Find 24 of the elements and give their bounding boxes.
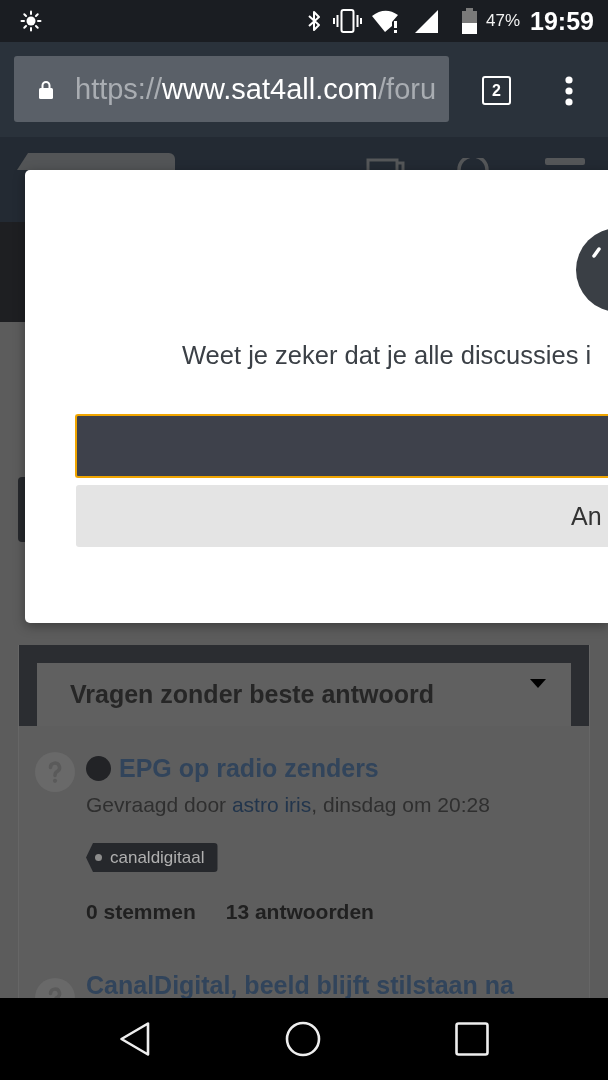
lock-icon (39, 79, 53, 99)
back-icon[interactable] (119, 1021, 151, 1057)
tab-switcher-button[interactable]: 2 (482, 76, 511, 105)
url-field[interactable]: https://www.sat4all.com/foru (14, 56, 449, 122)
battery-icon (462, 8, 477, 34)
vibrate-icon (333, 9, 362, 33)
confirm-button[interactable] (75, 414, 608, 478)
battery-percentage: 47% (486, 11, 521, 31)
tag-link[interactable]: canaldigitaal (86, 843, 218, 872)
signal-icon (415, 9, 438, 33)
bluetooth-icon (307, 10, 322, 32)
cancel-button[interactable]: An (76, 485, 608, 547)
answer-count: 13 antwoorden (225, 900, 374, 924)
vote-count: 0 stemmen (86, 900, 196, 924)
wifi-alert-icon (372, 9, 400, 33)
caret-icon[interactable] (530, 679, 546, 688)
more-menu-icon[interactable] (565, 76, 573, 106)
home-icon[interactable] (285, 1021, 321, 1057)
recent-apps-icon[interactable] (455, 1022, 489, 1056)
clock-time: 19:59 (530, 7, 594, 35)
panel-title: Vragen zonder beste antwoord (70, 680, 434, 709)
dialog-message: Weet je zeker dat je alle discussies i (181, 340, 593, 370)
dot-icon (95, 854, 102, 861)
brightness-icon (20, 10, 42, 32)
